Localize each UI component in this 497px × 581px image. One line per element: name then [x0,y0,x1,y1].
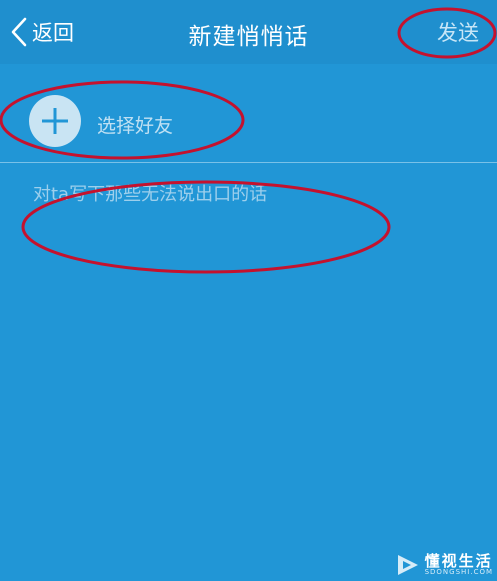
watermark-logo-icon [397,555,418,575]
watermark: 懂视生活 SDONGSHI.COM [395,552,493,578]
watermark-site: SDONGSHI.COM [424,568,493,576]
top-bar: 返回 新建悄悄话 发送 [0,0,497,64]
send-button[interactable]: 发送 [437,17,479,47]
watermark-name: 懂视生活 [424,552,493,570]
divider [0,162,497,163]
select-friend-label: 选择好友 [97,115,174,137]
plus-icon[interactable] [29,95,81,147]
select-friend-row[interactable]: 选择好友 [0,64,497,162]
message-input[interactable] [33,180,473,480]
page-title: 新建悄悄话 [188,24,309,50]
